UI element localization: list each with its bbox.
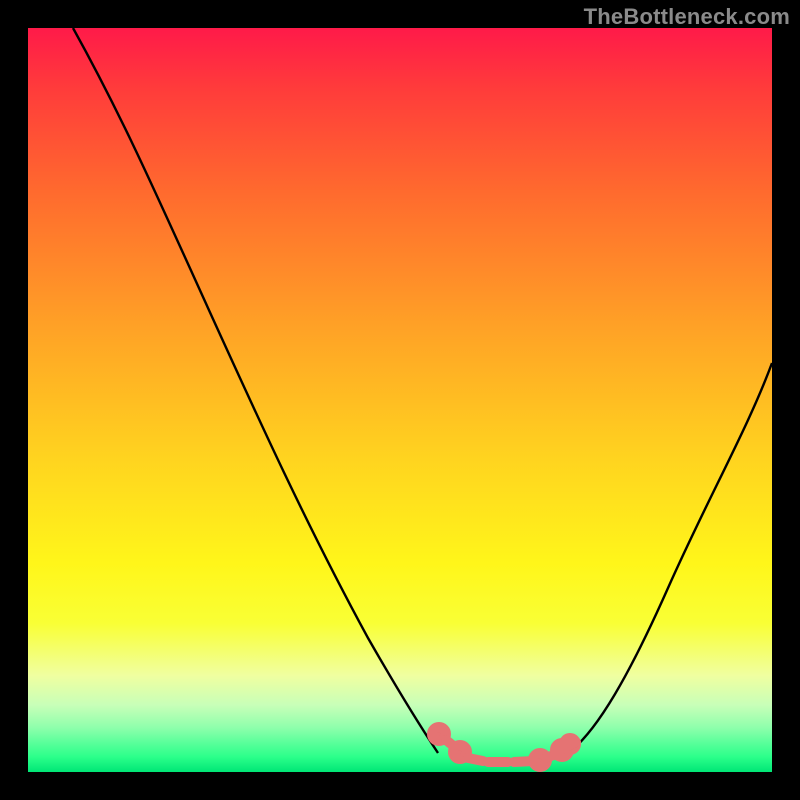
right-curve bbox=[572, 363, 772, 750]
left-curve bbox=[73, 28, 438, 753]
chart-curves bbox=[28, 28, 772, 772]
chart-frame bbox=[28, 28, 772, 772]
flat-segment bbox=[432, 727, 576, 767]
watermark-text: TheBottleneck.com bbox=[584, 4, 790, 30]
